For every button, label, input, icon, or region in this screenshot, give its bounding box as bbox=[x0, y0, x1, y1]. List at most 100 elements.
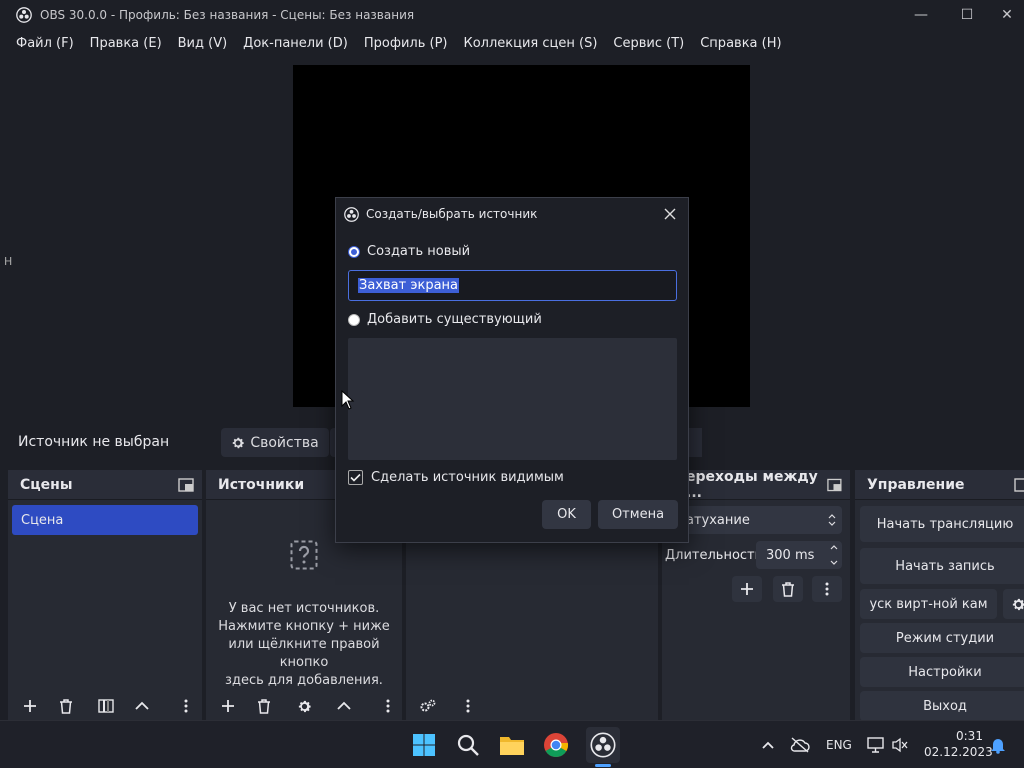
menu-file[interactable]: Файл (F) bbox=[8, 36, 82, 51]
dialog-title: Создать/выбрать источник bbox=[366, 207, 538, 221]
make-visible-checkbox[interactable] bbox=[348, 470, 363, 485]
scenes-more-button[interactable] bbox=[172, 694, 200, 718]
remove-scene-button[interactable] bbox=[52, 694, 80, 718]
chrome-button[interactable] bbox=[542, 731, 570, 759]
menu-docks[interactable]: Док-панели (D) bbox=[235, 36, 356, 51]
mouse-cursor-icon bbox=[341, 390, 355, 410]
sources-dock-title: Источники bbox=[218, 476, 305, 493]
create-new-option[interactable]: Создать новый bbox=[348, 244, 470, 259]
virtual-camera-settings-button[interactable] bbox=[1003, 589, 1024, 619]
sources-empty-message: У вас нет источников. Нажмите кнопку + н… bbox=[206, 540, 402, 690]
network-tray-button[interactable] bbox=[786, 731, 814, 759]
mixer-more-button[interactable] bbox=[454, 694, 482, 718]
search-button[interactable] bbox=[454, 731, 482, 759]
sources-empty-line-2: Нажмите кнопку + ниже bbox=[218, 619, 390, 634]
properties-label: Свойства bbox=[250, 434, 319, 451]
source-properties-button[interactable] bbox=[290, 694, 318, 718]
gears-icon bbox=[420, 699, 436, 712]
cloud-offline-icon bbox=[790, 737, 810, 753]
menu-tools[interactable]: Сервис (T) bbox=[605, 36, 692, 51]
cancel-button[interactable]: Отмена bbox=[598, 500, 678, 529]
add-existing-option[interactable]: Добавить существующий bbox=[348, 312, 542, 327]
studio-mode-button[interactable]: Режим студии bbox=[860, 623, 1024, 653]
make-visible-option[interactable]: Сделать источник видимым bbox=[348, 470, 564, 485]
create-new-radio[interactable] bbox=[348, 245, 360, 258]
settings-button[interactable]: Настройки bbox=[860, 657, 1024, 687]
transition-more-button[interactable] bbox=[812, 576, 842, 602]
duration-value: 300 ms bbox=[766, 547, 815, 563]
tray-overflow-button[interactable] bbox=[754, 731, 782, 759]
sources-empty-line-3: или щёлкните правой кнопко bbox=[228, 637, 380, 670]
mixer-settings-button[interactable] bbox=[414, 694, 442, 718]
obs-taskbar-button[interactable] bbox=[589, 731, 617, 759]
volume-tray-button[interactable] bbox=[886, 731, 914, 759]
clock-time[interactable]: 0:31 bbox=[956, 729, 983, 743]
existing-sources-list[interactable] bbox=[348, 338, 677, 460]
menu-bar: Файл (F) Правка (E) Вид (V) Док-панели (… bbox=[0, 31, 1024, 55]
scenes-dock-title: Сцены bbox=[20, 476, 73, 493]
properties-button[interactable]: Свойства bbox=[221, 428, 329, 457]
plus-icon bbox=[741, 583, 753, 595]
exit-button[interactable]: Выход bbox=[860, 691, 1024, 721]
sources-more-button[interactable] bbox=[374, 694, 402, 718]
scenes-dock: Сцены Сцена bbox=[8, 470, 202, 720]
source-toolbar-button-partial[interactable] bbox=[688, 428, 702, 457]
remove-source-button[interactable] bbox=[250, 694, 278, 718]
add-transition-button[interactable] bbox=[732, 576, 762, 602]
menu-view[interactable]: Вид (V) bbox=[170, 36, 236, 51]
undock-icon[interactable] bbox=[178, 477, 194, 492]
remove-transition-button[interactable] bbox=[773, 576, 803, 602]
more-vertical-icon bbox=[466, 699, 470, 713]
scene-filters-button[interactable] bbox=[92, 694, 120, 718]
start-recording-button[interactable]: Начать запись bbox=[860, 548, 1024, 584]
file-explorer-button[interactable] bbox=[498, 731, 526, 759]
close-window-button[interactable]: ✕ bbox=[990, 0, 1024, 30]
undock-icon[interactable] bbox=[1014, 477, 1024, 492]
create-new-label: Создать новый bbox=[367, 244, 471, 259]
maximize-button[interactable]: ☐ bbox=[944, 0, 990, 30]
input-language[interactable]: ENG bbox=[826, 738, 852, 752]
controls-dock-header: Управление bbox=[855, 470, 1024, 500]
menu-scene-collection[interactable]: Коллекция сцен (S) bbox=[455, 36, 605, 51]
gear-icon bbox=[298, 700, 311, 712]
plus-icon bbox=[24, 700, 36, 712]
scene-item[interactable]: Сцена bbox=[12, 505, 198, 535]
gear-icon bbox=[1012, 598, 1024, 610]
add-source-button[interactable] bbox=[214, 694, 242, 718]
gear-icon bbox=[233, 437, 244, 448]
checkmark-icon bbox=[350, 473, 361, 482]
minimize-button[interactable]: — bbox=[898, 0, 944, 30]
source-name-input[interactable]: Захват экрана bbox=[348, 270, 677, 301]
move-source-up-button[interactable] bbox=[330, 694, 358, 718]
more-vertical-icon bbox=[825, 582, 829, 596]
menu-profile[interactable]: Профиль (P) bbox=[356, 36, 456, 51]
dialog-close-button[interactable] bbox=[660, 204, 680, 224]
create-select-source-dialog: Создать/выбрать источник Создать новый З… bbox=[335, 197, 689, 543]
no-source-label: Источник не выбран bbox=[18, 434, 170, 450]
add-existing-radio[interactable] bbox=[348, 313, 360, 326]
obs-running-indicator bbox=[595, 764, 611, 767]
spin-arrows-icon[interactable] bbox=[830, 544, 838, 566]
sources-toolbar bbox=[206, 692, 402, 720]
start-virtual-camera-button[interactable]: уск вирт-ной кам bbox=[860, 589, 997, 619]
start-button[interactable] bbox=[410, 731, 438, 759]
menu-edit[interactable]: Правка (E) bbox=[82, 36, 170, 51]
move-scene-up-button[interactable] bbox=[128, 694, 156, 718]
duration-spinbox[interactable]: 300 ms bbox=[756, 541, 842, 569]
undock-icon[interactable] bbox=[827, 478, 842, 492]
clock-date[interactable]: 02.12.2023 bbox=[924, 745, 993, 759]
menu-help[interactable]: Справка (H) bbox=[692, 36, 789, 51]
obs-logo-icon bbox=[344, 206, 359, 222]
notifications-button[interactable] bbox=[984, 731, 1012, 759]
trash-icon bbox=[782, 581, 794, 597]
transition-select[interactable]: атухание bbox=[672, 506, 822, 534]
chevron-up-icon bbox=[762, 741, 774, 749]
search-icon bbox=[457, 734, 479, 756]
chevron-up-icon bbox=[337, 701, 351, 710]
obs-logo-icon bbox=[16, 7, 32, 23]
transition-select-arrow[interactable] bbox=[822, 506, 842, 534]
updown-chevron-icon bbox=[828, 514, 836, 526]
start-streaming-button[interactable]: Начать трансляцию bbox=[860, 506, 1024, 542]
ok-button[interactable]: OK bbox=[542, 500, 591, 529]
add-scene-button[interactable] bbox=[16, 694, 44, 718]
